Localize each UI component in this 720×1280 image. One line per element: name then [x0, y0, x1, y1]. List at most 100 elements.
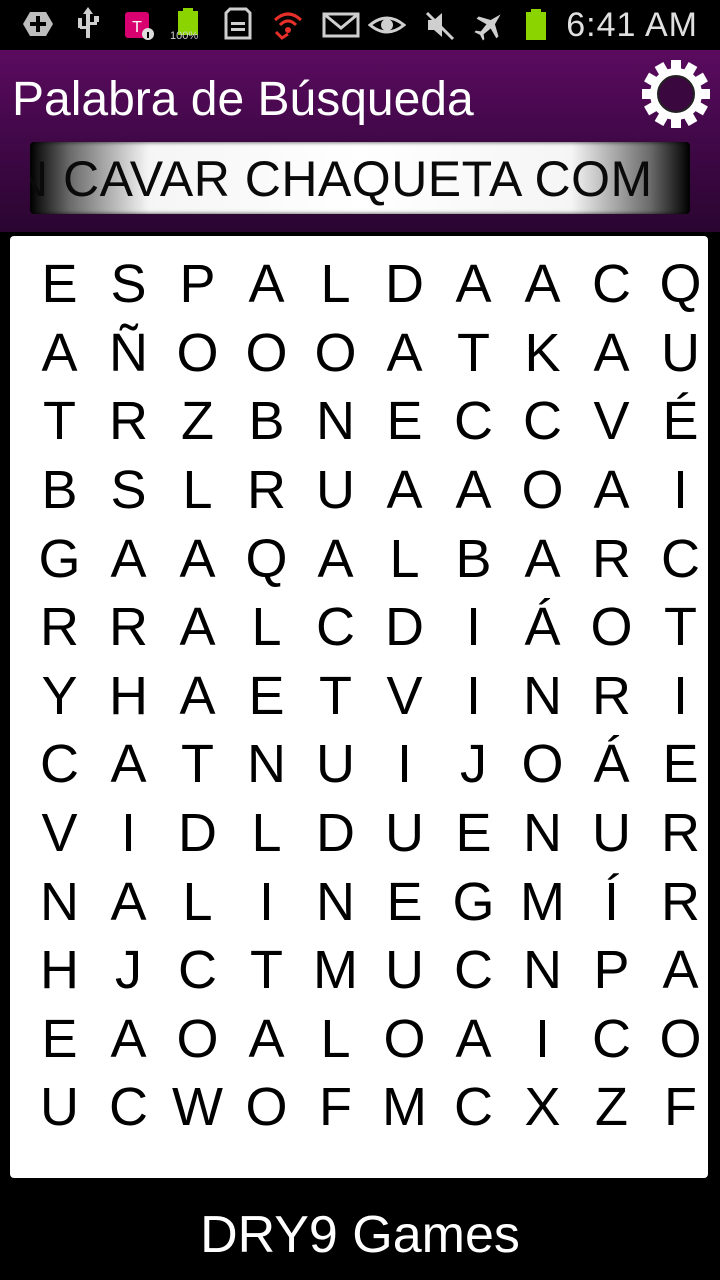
grid-cell[interactable]: W: [163, 1073, 232, 1142]
grid-cell[interactable]: D: [301, 799, 370, 868]
grid-cell[interactable]: C: [439, 387, 508, 456]
grid-cell[interactable]: B: [232, 387, 301, 456]
grid-cell[interactable]: C: [439, 1073, 508, 1142]
grid-cell[interactable]: I: [439, 662, 508, 731]
grid-cell[interactable]: C: [94, 1073, 163, 1142]
grid-cell[interactable]: U: [301, 456, 370, 525]
grid-cell[interactable]: U: [646, 319, 715, 388]
grid-cell[interactable]: Ñ: [94, 319, 163, 388]
gear-icon[interactable]: [640, 58, 712, 130]
grid-cell[interactable]: A: [370, 456, 439, 525]
grid-cell[interactable]: B: [25, 456, 94, 525]
grid-cell[interactable]: D: [370, 593, 439, 662]
grid-cell[interactable]: A: [94, 524, 163, 593]
grid-cell[interactable]: U: [25, 1073, 94, 1142]
grid-cell[interactable]: O: [508, 730, 577, 799]
grid-cell[interactable]: U: [577, 799, 646, 868]
grid-cell[interactable]: F: [646, 1073, 715, 1142]
grid-cell[interactable]: H: [25, 936, 94, 1005]
grid-cell[interactable]: R: [577, 662, 646, 731]
grid-cell[interactable]: L: [370, 524, 439, 593]
grid-cell[interactable]: C: [646, 524, 715, 593]
grid-cell[interactable]: X: [508, 1073, 577, 1142]
grid-cell[interactable]: R: [94, 593, 163, 662]
grid-cell[interactable]: A: [577, 319, 646, 388]
grid-cell[interactable]: U: [370, 936, 439, 1005]
grid-cell[interactable]: A: [370, 319, 439, 388]
grid-cell[interactable]: C: [25, 730, 94, 799]
grid-cell[interactable]: O: [163, 1005, 232, 1074]
grid-cell[interactable]: A: [508, 524, 577, 593]
grid-cell[interactable]: I: [646, 456, 715, 525]
grid-cell[interactable]: A: [508, 250, 577, 319]
grid-cell[interactable]: C: [577, 250, 646, 319]
grid-cell[interactable]: A: [163, 524, 232, 593]
grid-cell[interactable]: O: [163, 319, 232, 388]
grid-cell[interactable]: A: [439, 456, 508, 525]
grid-cell[interactable]: Q: [646, 250, 715, 319]
grid-cell[interactable]: N: [301, 867, 370, 936]
grid-cell[interactable]: D: [370, 250, 439, 319]
grid-cell[interactable]: I: [508, 1005, 577, 1074]
grid-cell[interactable]: M: [508, 867, 577, 936]
grid-cell[interactable]: M: [301, 936, 370, 1005]
grid-cell[interactable]: N: [508, 662, 577, 731]
grid-cell[interactable]: A: [94, 1005, 163, 1074]
grid-cell[interactable]: Z: [163, 387, 232, 456]
grid-cell[interactable]: T: [25, 387, 94, 456]
grid-cell[interactable]: E: [370, 867, 439, 936]
grid-cell[interactable]: V: [25, 799, 94, 868]
grid-cell[interactable]: O: [232, 319, 301, 388]
grid-cell[interactable]: O: [232, 1073, 301, 1142]
grid-cell[interactable]: N: [25, 867, 94, 936]
grid-cell[interactable]: U: [370, 799, 439, 868]
grid-cell[interactable]: É: [646, 387, 715, 456]
grid-cell[interactable]: E: [370, 387, 439, 456]
grid-cell[interactable]: C: [508, 387, 577, 456]
grid-cell[interactable]: A: [232, 250, 301, 319]
grid-cell[interactable]: I: [646, 662, 715, 731]
grid-cell[interactable]: A: [25, 319, 94, 388]
grid-cell[interactable]: I: [232, 867, 301, 936]
grid-cell[interactable]: A: [301, 524, 370, 593]
grid-cell[interactable]: G: [25, 524, 94, 593]
grid-cell[interactable]: L: [301, 1005, 370, 1074]
grid-cell[interactable]: P: [163, 250, 232, 319]
grid-cell[interactable]: C: [577, 1005, 646, 1074]
grid-cell[interactable]: V: [577, 387, 646, 456]
grid-cell[interactable]: R: [646, 799, 715, 868]
grid-cell[interactable]: N: [508, 799, 577, 868]
grid-cell[interactable]: O: [577, 593, 646, 662]
grid-cell[interactable]: R: [646, 867, 715, 936]
grid-cell[interactable]: A: [163, 662, 232, 731]
grid-cell[interactable]: T: [232, 936, 301, 1005]
grid-cell[interactable]: B: [439, 524, 508, 593]
grid-cell[interactable]: A: [232, 1005, 301, 1074]
grid-cell[interactable]: N: [232, 730, 301, 799]
grid-cell[interactable]: A: [577, 456, 646, 525]
grid-cell[interactable]: A: [646, 936, 715, 1005]
grid-cell[interactable]: I: [94, 799, 163, 868]
grid-cell[interactable]: S: [94, 456, 163, 525]
grid-cell[interactable]: Z: [577, 1073, 646, 1142]
grid-cell[interactable]: A: [163, 593, 232, 662]
grid-cell[interactable]: R: [94, 387, 163, 456]
grid-cell[interactable]: D: [163, 799, 232, 868]
grid-cell[interactable]: O: [508, 456, 577, 525]
grid-cell[interactable]: C: [301, 593, 370, 662]
grid-cell[interactable]: Á: [577, 730, 646, 799]
grid-cell[interactable]: U: [301, 730, 370, 799]
grid-cell[interactable]: O: [646, 1005, 715, 1074]
grid-cell[interactable]: H: [94, 662, 163, 731]
grid-cell[interactable]: L: [301, 250, 370, 319]
grid-cell[interactable]: P: [577, 936, 646, 1005]
grid-cell[interactable]: Y: [25, 662, 94, 731]
grid-cell[interactable]: G: [439, 867, 508, 936]
grid-cell[interactable]: N: [508, 936, 577, 1005]
grid-cell[interactable]: Í: [577, 867, 646, 936]
grid-cell[interactable]: E: [232, 662, 301, 731]
grid-cell[interactable]: M: [370, 1073, 439, 1142]
grid-cell[interactable]: O: [370, 1005, 439, 1074]
grid-cell[interactable]: T: [163, 730, 232, 799]
grid-cell[interactable]: E: [646, 730, 715, 799]
